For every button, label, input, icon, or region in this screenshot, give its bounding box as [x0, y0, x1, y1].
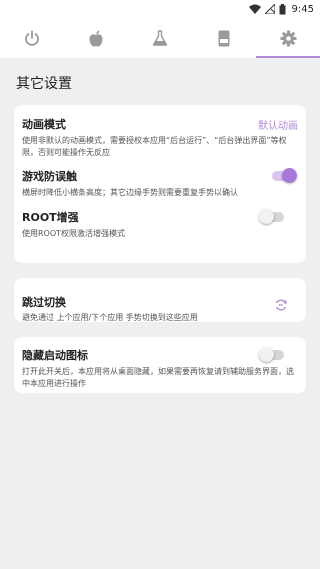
- battery-icon: [279, 3, 286, 15]
- tab-power[interactable]: [0, 18, 64, 58]
- hide-launcher-toggle[interactable]: [259, 347, 284, 362]
- settings-card-skip: 跳过切换 避免通过 上个应用/下个应用 手势切换到这些应用: [14, 278, 306, 322]
- status-bar: 9:45: [0, 0, 320, 18]
- tab-settings[interactable]: [256, 18, 320, 58]
- toggle-knob: [282, 168, 297, 183]
- skip-switch-row[interactable]: 跳过切换 避免通过 上个应用/下个应用 手势切换到这些应用: [14, 287, 306, 324]
- apple-icon: [88, 30, 104, 47]
- toggle-knob: [259, 347, 274, 362]
- settings-card-main: 动画模式 默认动画 使用非默认的动画模式，需要授权本应用“后台运行”、“后台弹出…: [14, 105, 306, 263]
- root-boost-title: ROOT增强: [22, 211, 79, 224]
- animation-mode-value[interactable]: 默认动画: [258, 117, 298, 132]
- anti-mistouch-toggle[interactable]: [272, 168, 297, 183]
- hide-launcher-title: 隐藏启动图标: [22, 349, 88, 362]
- signal-off-icon: [264, 4, 275, 14]
- hide-launcher-desc: 打开此开关后，本应用将从桌面隐藏，如果需要再恢复请到辅助服务界面，选中本应用进行…: [22, 367, 294, 388]
- wifi-icon: [248, 4, 261, 14]
- root-boost-toggle[interactable]: [259, 209, 284, 224]
- tab-apple[interactable]: [64, 18, 128, 58]
- power-icon: [24, 30, 40, 46]
- toggle-knob: [259, 209, 274, 224]
- anti-mistouch-row[interactable]: 游戏防误触 横屏时降低小横条高度；其它边缘手势则需要重复手势以确认: [14, 168, 306, 199]
- phone-icon: [218, 30, 230, 47]
- animation-mode-desc: 使用非默认的动画模式，需要授权本应用“后台运行”、“后台弹出界面”等权限，否则可…: [22, 136, 287, 157]
- tab-bar: [0, 18, 320, 58]
- tab-device[interactable]: [192, 18, 256, 58]
- skip-forward-icon[interactable]: [274, 297, 288, 316]
- animation-mode-title: 动画模式: [22, 118, 66, 131]
- animation-mode-row[interactable]: 动画模式 默认动画 使用非默认的动画模式，需要授权本应用“后台运行”、“后台弹出…: [14, 116, 306, 159]
- tab-lab[interactable]: [128, 18, 192, 58]
- root-boost-desc: 使用ROOT权限激活增强模式: [22, 229, 126, 238]
- skip-switch-title: 跳过切换: [22, 295, 66, 309]
- anti-mistouch-title: 游戏防误触: [22, 170, 77, 183]
- settings-card-hide: 隐藏启动图标 打开此开关后，本应用将从桌面隐藏，如果需要再恢复请到辅助服务界面，…: [14, 337, 306, 393]
- flask-icon: [152, 30, 168, 46]
- gear-icon: [280, 30, 297, 47]
- anti-mistouch-desc: 横屏时降低小横条高度；其它边缘手势则需要重复手势以确认: [22, 188, 238, 197]
- skip-switch-desc: 避免通过 上个应用/下个应用 手势切换到这些应用: [22, 313, 198, 322]
- status-time: 9:45: [291, 3, 314, 15]
- hide-launcher-row[interactable]: 隐藏启动图标 打开此开关后，本应用将从桌面隐藏，如果需要再恢复请到辅助服务界面，…: [14, 347, 306, 390]
- root-boost-row[interactable]: ROOT增强 使用ROOT权限激活增强模式: [14, 209, 306, 240]
- page-title: 其它设置: [16, 76, 72, 92]
